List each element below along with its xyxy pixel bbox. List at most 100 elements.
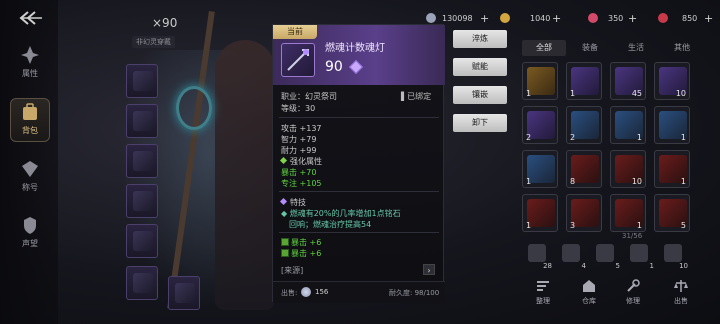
class-line: 职业：幻灵祭司 xyxy=(281,92,337,101)
enhance-focus: 专注 +105 xyxy=(281,179,322,188)
inlay-button[interactable]: 镶嵌 xyxy=(453,86,507,104)
skill-desc-2: 回响；燃魂治疗提高54 xyxy=(289,220,372,229)
purple-gem-icon xyxy=(571,67,599,95)
ring-icon xyxy=(175,283,195,303)
inventory-cell[interactable]: 1 xyxy=(566,62,602,100)
refine-button[interactable]: 淬炼 xyxy=(453,30,507,48)
item-name: 燃魂计数魂灯 xyxy=(325,43,385,54)
enhance-crit: 暴击 +70 xyxy=(281,168,317,177)
repair-button[interactable]: 修理 xyxy=(616,278,650,306)
staff-orb xyxy=(176,86,212,130)
inventory-cell[interactable]: 45 xyxy=(610,62,646,100)
inventory-cell[interactable]: 5 xyxy=(654,194,690,232)
currency-silver: 130098 xyxy=(442,14,473,23)
wear-tag: 非幻灵穿戴 xyxy=(132,36,175,48)
red-scroll-icon xyxy=(571,155,599,183)
equip-slot-armor[interactable] xyxy=(126,144,158,178)
sack-icon xyxy=(630,244,648,262)
gem-icon xyxy=(588,13,598,23)
sell-scale-icon xyxy=(673,278,689,294)
equip-slot-helmet[interactable] xyxy=(126,104,158,138)
sort-icon xyxy=(535,278,551,294)
currency-gem: 350 xyxy=(608,14,624,23)
nav-item-attribute[interactable]: 属性 xyxy=(10,42,50,86)
title-icon xyxy=(19,158,41,180)
backpack-icon xyxy=(19,101,41,123)
nav-label: 称号 xyxy=(22,183,38,192)
quick-item[interactable]: 5 xyxy=(596,244,620,270)
inventory-cell[interactable]: 2 xyxy=(522,106,558,144)
inventory-cell[interactable]: 1 xyxy=(610,194,646,232)
inventory-cell[interactable]: 10 xyxy=(654,62,690,100)
nav-item-reputation[interactable]: 声望 xyxy=(10,212,50,256)
equip-slot-ring[interactable] xyxy=(168,276,200,310)
pouch-icon xyxy=(528,244,546,262)
skill-desc-1: ◆ 燃魂有20%的几率增加1点铭石 xyxy=(281,209,401,218)
inventory-cell[interactable]: 1 xyxy=(654,106,690,144)
back-arrow-icon[interactable] xyxy=(18,10,44,26)
inventory-cell[interactable]: 2 xyxy=(566,106,602,144)
inventory-cell[interactable]: 1 xyxy=(522,62,558,100)
inventory-cell[interactable]: 3 xyxy=(566,194,602,232)
add-gold-button[interactable]: + xyxy=(552,12,561,25)
gem-line-2: 暴击 +6 xyxy=(281,248,321,259)
armor-icon xyxy=(133,151,153,171)
empower-button[interactable]: 赋能 xyxy=(453,58,507,76)
nav-item-backpack[interactable]: 背包 xyxy=(10,98,50,142)
current-badge: 当前 xyxy=(273,25,317,39)
tab-life[interactable]: 生活 xyxy=(614,40,658,56)
crystal-icon xyxy=(658,13,668,23)
inventory-cell[interactable]: 10 xyxy=(610,150,646,188)
equip-slot-legs[interactable] xyxy=(126,224,158,258)
equip-slot-boots[interactable] xyxy=(126,266,158,300)
sell-label: 出售: xyxy=(281,289,298,297)
divider xyxy=(279,232,439,233)
warehouse-icon xyxy=(581,278,597,294)
tab-all[interactable]: 全部 xyxy=(522,40,566,56)
character-model[interactable] xyxy=(215,40,275,310)
enhance-title: 强化属性 xyxy=(279,156,322,167)
quick-item[interactable]: 1 xyxy=(630,244,654,270)
belt-icon xyxy=(527,155,555,183)
inventory-panel: 全部 装备 生活 其他 1 1 45 10 2 2 1 1 1 8 10 1 1… xyxy=(518,34,720,324)
inventory-cell[interactable]: 1 xyxy=(610,106,646,144)
level-line: 等级：30 xyxy=(281,104,316,113)
unequip-button[interactable]: 卸下 xyxy=(453,114,507,132)
repair-icon xyxy=(625,278,641,294)
inventory-cell[interactable]: 8 xyxy=(566,150,602,188)
add-gem-button[interactable]: + xyxy=(628,12,637,25)
inventory-capacity: 31/56 xyxy=(622,232,643,240)
durability: 耐久度: 98/100 xyxy=(389,289,440,297)
inventory-cell[interactable]: 1 xyxy=(522,150,558,188)
gold-gem-icon xyxy=(527,67,555,95)
sell-button[interactable]: 出售 xyxy=(664,278,698,306)
green-diamond-icon xyxy=(279,156,288,165)
equip-slot-gloves[interactable] xyxy=(126,184,158,218)
quick-item[interactable]: 10 xyxy=(664,244,688,270)
tab-other[interactable]: 其他 xyxy=(660,40,704,56)
source-arrow-button[interactable]: › xyxy=(423,264,435,275)
tab-equipment[interactable]: 装备 xyxy=(568,40,612,56)
equip-slot-weapon[interactable] xyxy=(126,64,158,98)
quick-item[interactable]: 4 xyxy=(562,244,586,270)
add-crystal-button[interactable]: + xyxy=(704,12,713,25)
nav-item-title[interactable]: 称号 xyxy=(10,156,50,200)
socket-gem-icon xyxy=(281,249,289,257)
boots-icon xyxy=(133,273,153,293)
bag-icon xyxy=(562,244,580,262)
warehouse-button[interactable]: 仓库 xyxy=(572,278,606,306)
gauntlet-icon xyxy=(571,111,599,139)
quick-item[interactable]: 28 xyxy=(528,244,552,270)
weapon-icon xyxy=(133,71,153,91)
silver-coin-icon xyxy=(426,13,436,23)
skill-title: 特技 xyxy=(279,197,306,208)
inventory-cell[interactable]: 1 xyxy=(522,194,558,232)
gold-coin-icon xyxy=(500,13,510,23)
vial-icon xyxy=(664,244,682,262)
add-silver-button[interactable]: + xyxy=(480,12,489,25)
inventory-cell[interactable]: 1 xyxy=(654,150,690,188)
divider xyxy=(279,117,439,118)
tooltip-footer: 出售: 156 耐久度: 98/100 xyxy=(273,281,445,303)
sort-button[interactable]: 整理 xyxy=(526,278,560,306)
item-tooltip: 当前 燃魂计数魂灯 90 职业：幻灵祭司 ▌已绑定 等级：30 攻击 +137 … xyxy=(272,24,445,303)
